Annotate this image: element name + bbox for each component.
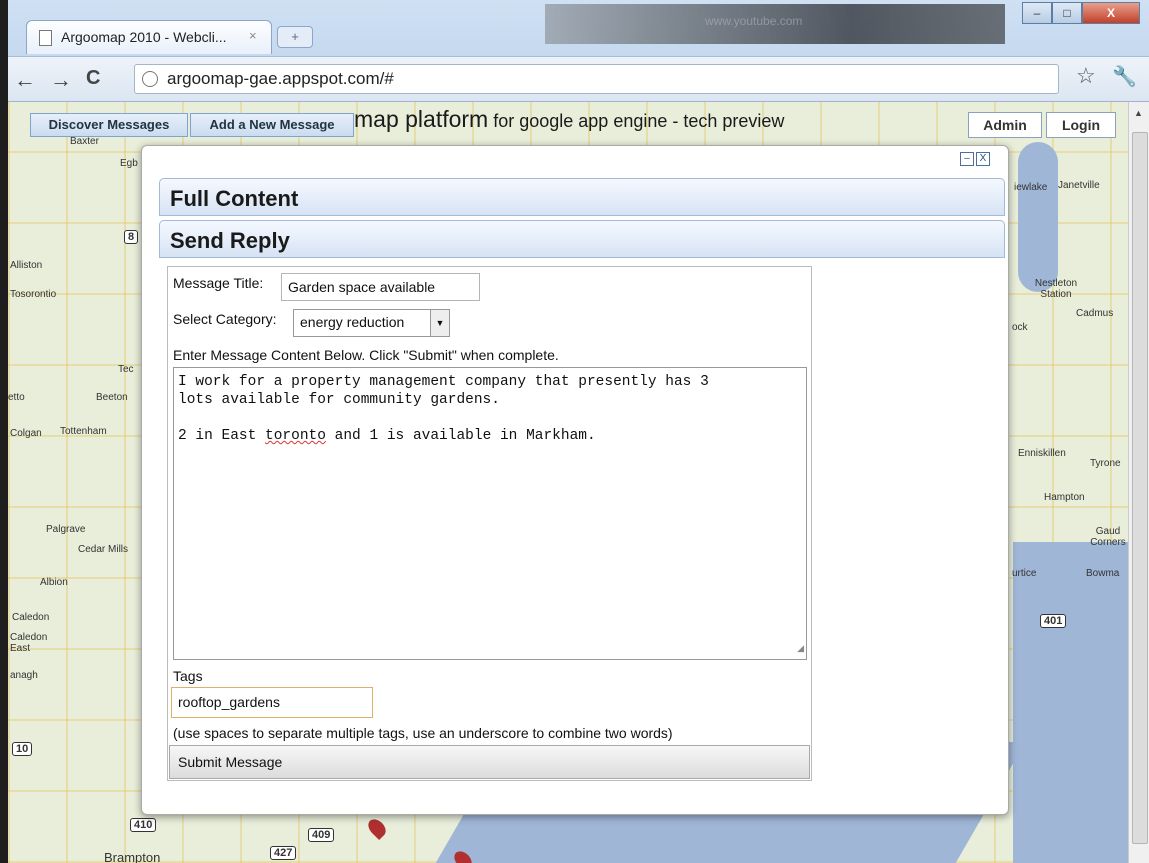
admin-button[interactable]: Admin (968, 112, 1042, 138)
section-full-content-label: Full Content (170, 186, 299, 211)
message-popup: – X Full Content Send Reply Message Titl… (141, 145, 1009, 815)
scroll-up-icon[interactable]: ▲ (1134, 108, 1143, 118)
content-instructions: Enter Message Content Below. Click "Subm… (173, 347, 559, 363)
map-label: Cadmus (1076, 308, 1114, 319)
map-label: Baxter (70, 136, 99, 147)
resize-grip-icon[interactable]: ◢ (797, 640, 804, 658)
reply-form: Message Title: Garden space available Se… (167, 266, 812, 781)
section-send-reply-label: Send Reply (170, 228, 290, 253)
map-label: iewlake (1014, 182, 1048, 193)
category-select[interactable]: energy reduction ▼ (293, 309, 450, 337)
content-line: and 1 is available in Markham. (325, 428, 596, 444)
minimize-icon[interactable]: – (960, 152, 974, 166)
close-icon[interactable]: X (976, 152, 990, 166)
tags-input[interactable]: rooftop_gardens (171, 687, 373, 718)
chevron-down-icon[interactable]: ▼ (430, 310, 449, 336)
message-title-input[interactable]: Garden space available (281, 273, 480, 301)
back-arrow-icon[interactable]: ← (14, 67, 36, 93)
map-label: Tyrone (1090, 458, 1121, 469)
highway-shield: 10 (12, 742, 33, 756)
new-tab-button[interactable]: + (277, 26, 313, 48)
window-close-button[interactable]: X (1082, 2, 1140, 24)
page-scrollbar[interactable]: ▲ (1128, 102, 1149, 863)
message-content-textarea[interactable]: I work for a property management company… (173, 367, 807, 660)
map-label: Colgan (10, 428, 42, 439)
content-line: I work for a property management company… (178, 374, 709, 390)
map-label: ock (1012, 322, 1028, 333)
map-water (1013, 542, 1128, 863)
submit-message-button[interactable]: Submit Message (169, 745, 810, 779)
map-label: Beeton (96, 392, 128, 403)
forward-arrow-icon[interactable]: → (50, 67, 72, 93)
map-label: Janetville (1058, 180, 1100, 191)
url-text: argoomap-gae.appspot.com/# (167, 69, 394, 88)
title-main: map platform (354, 106, 489, 132)
tab-discover-messages[interactable]: Discover Messages (30, 113, 188, 137)
highway-shield: 410 (130, 818, 157, 832)
map-label: Hampton (1044, 492, 1085, 503)
page-icon (39, 30, 52, 46)
tab-title: Argoomap 2010 - Webcli... (61, 29, 227, 45)
category-label: Select Category: (173, 311, 277, 327)
window-minimize-button[interactable]: – (1022, 2, 1052, 24)
globe-icon (142, 71, 158, 87)
tags-hint: (use spaces to separate multiple tags, u… (173, 725, 673, 741)
page-title: map platform for google app engine - tec… (354, 106, 784, 133)
content-line: 2 in East (178, 428, 266, 444)
reload-icon[interactable]: C (86, 67, 100, 90)
map-label: Alliston (10, 260, 43, 271)
map-label: anagh (10, 670, 38, 681)
tab-close-icon[interactable]: × (249, 28, 257, 43)
highway-shield: 427 (270, 846, 297, 860)
bookmark-star-icon[interactable]: ☆ (1076, 63, 1096, 89)
map-marker-icon[interactable] (364, 815, 390, 841)
login-button[interactable]: Login (1046, 112, 1116, 138)
map-label: etto (8, 392, 25, 403)
background-url: www.youtube.com (705, 14, 803, 28)
map-label: Caledon (12, 612, 50, 623)
map-label: Albion (40, 577, 68, 588)
map-water (1018, 142, 1058, 292)
map-label: Egb (120, 158, 138, 169)
highway-shield: 401 (1040, 614, 1067, 628)
window-frame (0, 0, 8, 863)
browser-tab[interactable]: Argoomap 2010 - Webcli... × (26, 20, 272, 54)
misspelled-word[interactable]: toronto (265, 428, 326, 444)
map-label: Nestleton Station (1034, 278, 1078, 300)
category-value: energy reduction (300, 314, 405, 330)
highway-shield: 409 (308, 828, 335, 842)
address-bar[interactable]: argoomap-gae.appspot.com/# (134, 64, 1059, 94)
scrollbar-thumb[interactable] (1132, 132, 1148, 844)
map-label: Tottenham (60, 426, 107, 437)
title-sub: for google app engine - tech preview (488, 111, 785, 131)
content-line: lots available for community gardens. (178, 392, 500, 408)
map-label: Enniskillen (1018, 448, 1066, 459)
map-label: Brampton (104, 850, 161, 863)
section-send-reply[interactable]: Send Reply (159, 220, 1005, 258)
message-title-label: Message Title: (173, 275, 264, 291)
map-label: Palgrave (46, 524, 86, 535)
map-label: Tec (118, 364, 134, 375)
map-label: Caledon East (10, 632, 48, 654)
navigation-bar: ← → C argoomap-gae.appspot.com/# ☆ 🔧 (0, 56, 1149, 102)
map-label: Cedar Mills (78, 544, 129, 555)
tags-label: Tags (173, 668, 203, 684)
wrench-icon[interactable]: 🔧 (1112, 64, 1137, 89)
section-full-content[interactable]: Full Content (159, 178, 1005, 216)
map-label: urtice (1012, 568, 1037, 579)
map-label: Tosorontio (10, 289, 57, 300)
map-label: Gaud Corners (1090, 526, 1126, 548)
window-maximize-button[interactable]: □ (1052, 2, 1082, 24)
map-label: Bowma (1086, 568, 1120, 579)
highway-shield: 8 (124, 230, 139, 244)
tab-add-new-message[interactable]: Add a New Message (190, 113, 354, 137)
background-window: www.youtube.com (545, 4, 1005, 44)
browser-chrome: www.youtube.com Argoomap 2010 - Webcli..… (0, 0, 1149, 102)
